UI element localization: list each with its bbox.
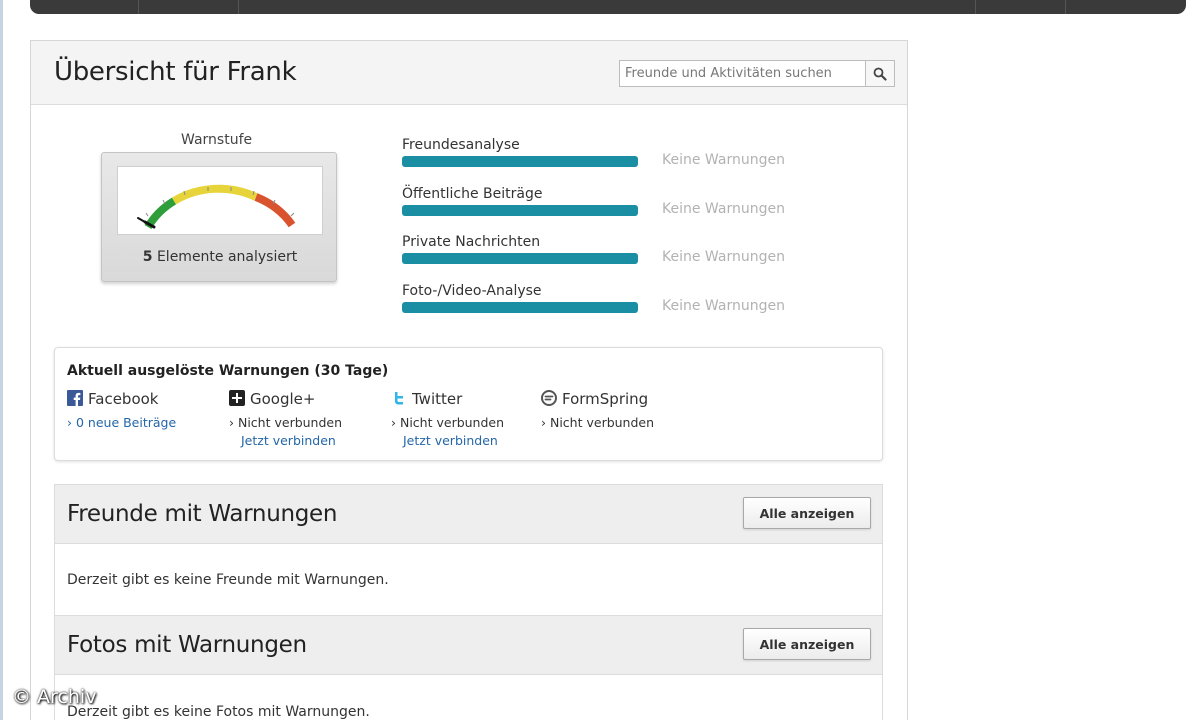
category-label: Foto-/Video-Analyse — [402, 283, 542, 299]
category-label: Freundesanalyse — [402, 137, 520, 153]
show-all-photos-button[interactable]: Alle anzeigen — [743, 628, 871, 660]
photos-warnings-header: Fotos mit Warnungen Alle anzeigen — [54, 615, 883, 675]
twitter-icon — [395, 392, 403, 405]
analyzed-count: 5 — [142, 249, 153, 265]
nav-separator — [238, 0, 239, 14]
search-box — [619, 60, 895, 87]
friends-warnings-body: Derzeit gibt es keine Freunde mit Warnun… — [54, 544, 883, 616]
section-title: Fotos mit Warnungen — [67, 632, 307, 658]
search-icon — [873, 67, 887, 81]
gauge-caption: 5 Elemente analysiert — [102, 249, 338, 265]
google-plus-icon — [229, 390, 245, 406]
network-status: Nicht verbunden — [237, 415, 343, 430]
category-status: Keine Warnungen — [662, 201, 785, 217]
warnings-heading: Aktuell ausgelöste Warnungen (30 Tage) — [67, 363, 389, 379]
nav-separator — [975, 0, 976, 14]
category-status: Keine Warnungen — [662, 249, 785, 265]
category-status: Keine Warnungen — [662, 152, 785, 168]
empty-state-text: Derzeit gibt es keine Fotos mit Warnunge… — [67, 704, 370, 720]
network-name: FormSpring — [541, 390, 648, 408]
friends-warnings-header: Freunde mit Warnungen Alle anzeigen — [54, 484, 883, 544]
network-name: Google+ — [229, 390, 315, 408]
formspring-icon — [541, 390, 557, 406]
network-status: Nicht verbunden — [399, 415, 505, 430]
nav-separator — [138, 0, 139, 14]
network-name-label: Google+ — [250, 390, 316, 408]
empty-state-text: Derzeit gibt es keine Freunde mit Warnun… — [67, 572, 389, 588]
photos-warnings-body: Derzeit gibt es keine Fotos mit Warnunge… — [54, 675, 883, 720]
analyzed-label: Elemente analysiert — [156, 249, 298, 265]
warning-level-gauge: 5 Elemente analysiert — [101, 152, 337, 282]
network-status-line: › Nicht verbunden — [541, 415, 655, 430]
category-status: Keine Warnungen — [662, 298, 785, 314]
network-status-link[interactable]: › 0 neue Beiträge — [67, 415, 176, 430]
network-status: 0 neue Beiträge — [75, 415, 177, 430]
show-all-friends-button[interactable]: Alle anzeigen — [743, 497, 871, 529]
panel-header: Übersicht für Frank — [31, 41, 907, 105]
gauge-face — [117, 166, 323, 235]
connect-google-plus-link[interactable]: Jetzt verbinden — [241, 433, 336, 448]
search-input[interactable] — [620, 61, 865, 86]
network-status: Nicht verbunden — [549, 415, 655, 430]
page-title: Übersicht für Frank — [54, 57, 297, 87]
network-status-line: › Nicht verbunden — [229, 415, 343, 430]
category-label: Öffentliche Beiträge — [402, 186, 543, 202]
overview-panel: Übersicht für Frank Warnstufe — [30, 40, 908, 720]
copyright-watermark: © Archiv — [12, 686, 97, 708]
network-name-label: Twitter — [412, 390, 463, 408]
network-name: Facebook — [67, 390, 158, 408]
gauge-meter-icon — [137, 184, 296, 230]
window-edge — [0, 0, 3, 720]
category-progress-bar — [402, 302, 638, 313]
network-name-label: Facebook — [88, 390, 159, 408]
connect-twitter-link[interactable]: Jetzt verbinden — [403, 433, 498, 448]
category-label: Private Nachrichten — [402, 234, 541, 250]
network-status-line: › Nicht verbunden — [391, 415, 505, 430]
facebook-icon — [67, 390, 83, 406]
search-button[interactable] — [865, 61, 894, 86]
network-name-label: FormSpring — [562, 390, 649, 408]
recent-warnings-box: Aktuell ausgelöste Warnungen (30 Tage) F… — [54, 347, 883, 461]
top-navigation-bar — [30, 0, 1186, 14]
category-progress-bar — [402, 205, 638, 216]
category-progress-bar — [402, 156, 638, 167]
category-progress-bar — [402, 253, 638, 264]
network-name: Twitter — [391, 390, 462, 408]
section-title: Freunde mit Warnungen — [67, 501, 338, 527]
nav-separator — [1065, 0, 1066, 14]
gauge-title: Warnstufe — [181, 132, 253, 148]
